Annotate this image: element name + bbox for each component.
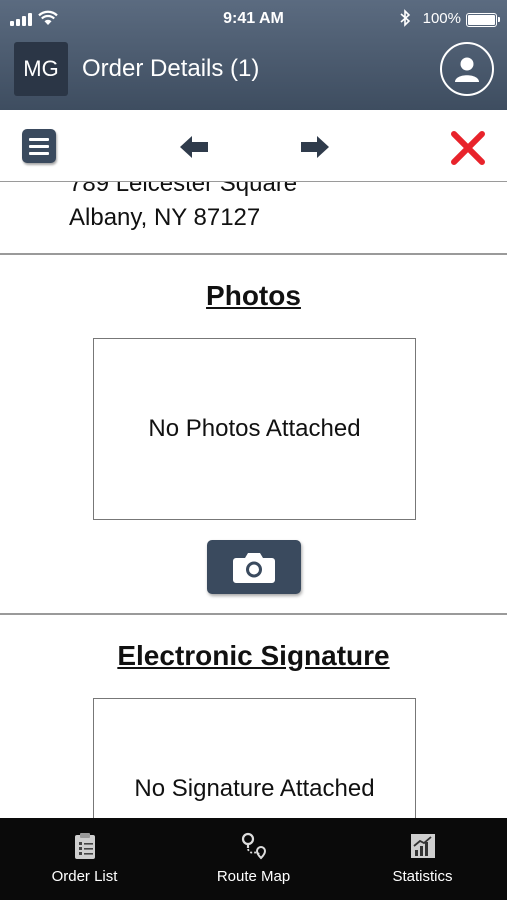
statistics-chart-icon (410, 834, 435, 858)
user-initials-avatar[interactable]: MG (14, 42, 68, 96)
status-bar: 9:41 AM 100% (0, 0, 507, 40)
page-title: Order Details (1) (82, 55, 260, 82)
tab-order-list[interactable]: Order List (0, 818, 169, 900)
order-details-screen: 9:41 AM 100% MG Order Details (1) 789 Le… (0, 0, 507, 900)
clipboard-list-icon (74, 833, 95, 859)
tab-label-order-list: Order List (51, 868, 118, 885)
signature-section-title: Electronic Signature (117, 640, 390, 671)
tab-route-map[interactable]: Route Map (169, 818, 338, 900)
add-photo-camera-button[interactable] (207, 540, 301, 594)
section-divider (0, 253, 507, 255)
tab-label-route-map: Route Map (216, 868, 291, 885)
photos-section-title: Photos (206, 280, 301, 311)
order-details-content[interactable]: 789 Leicester Square Albany, NY 87127 Ph… (0, 182, 507, 818)
toolbar (0, 110, 507, 182)
section-divider (0, 613, 507, 615)
camera-icon (233, 553, 275, 583)
bottom-tab-bar: Order List Route Map Statistics (0, 818, 507, 900)
route-map-icon (241, 832, 266, 860)
previous-arrow-button[interactable] (179, 134, 209, 160)
photos-box: No Photos Attached (93, 338, 416, 520)
close-button[interactable] (450, 130, 486, 166)
no-signature-text: No Signature Attached (134, 775, 375, 802)
user-profile-icon (455, 57, 479, 82)
address-city-state-zip: Albany, NY 87127 (69, 204, 261, 231)
tab-statistics[interactable]: Statistics (338, 818, 507, 900)
signature-box: No Signature Attached (93, 698, 416, 818)
address-street: 789 Leicester Square (69, 182, 298, 197)
menu-button[interactable] (22, 129, 56, 163)
tab-label-statistics: Statistics (392, 868, 453, 885)
bluetooth-icon (399, 9, 411, 32)
hamburger-icon (29, 137, 49, 141)
profile-button[interactable] (440, 42, 494, 96)
no-photos-text: No Photos Attached (148, 415, 361, 442)
battery-icon (466, 13, 500, 27)
battery-percentage: 100% (422, 10, 461, 27)
app-header: 9:41 AM 100% MG Order Details (1) (0, 0, 507, 110)
next-arrow-button[interactable] (300, 134, 330, 160)
